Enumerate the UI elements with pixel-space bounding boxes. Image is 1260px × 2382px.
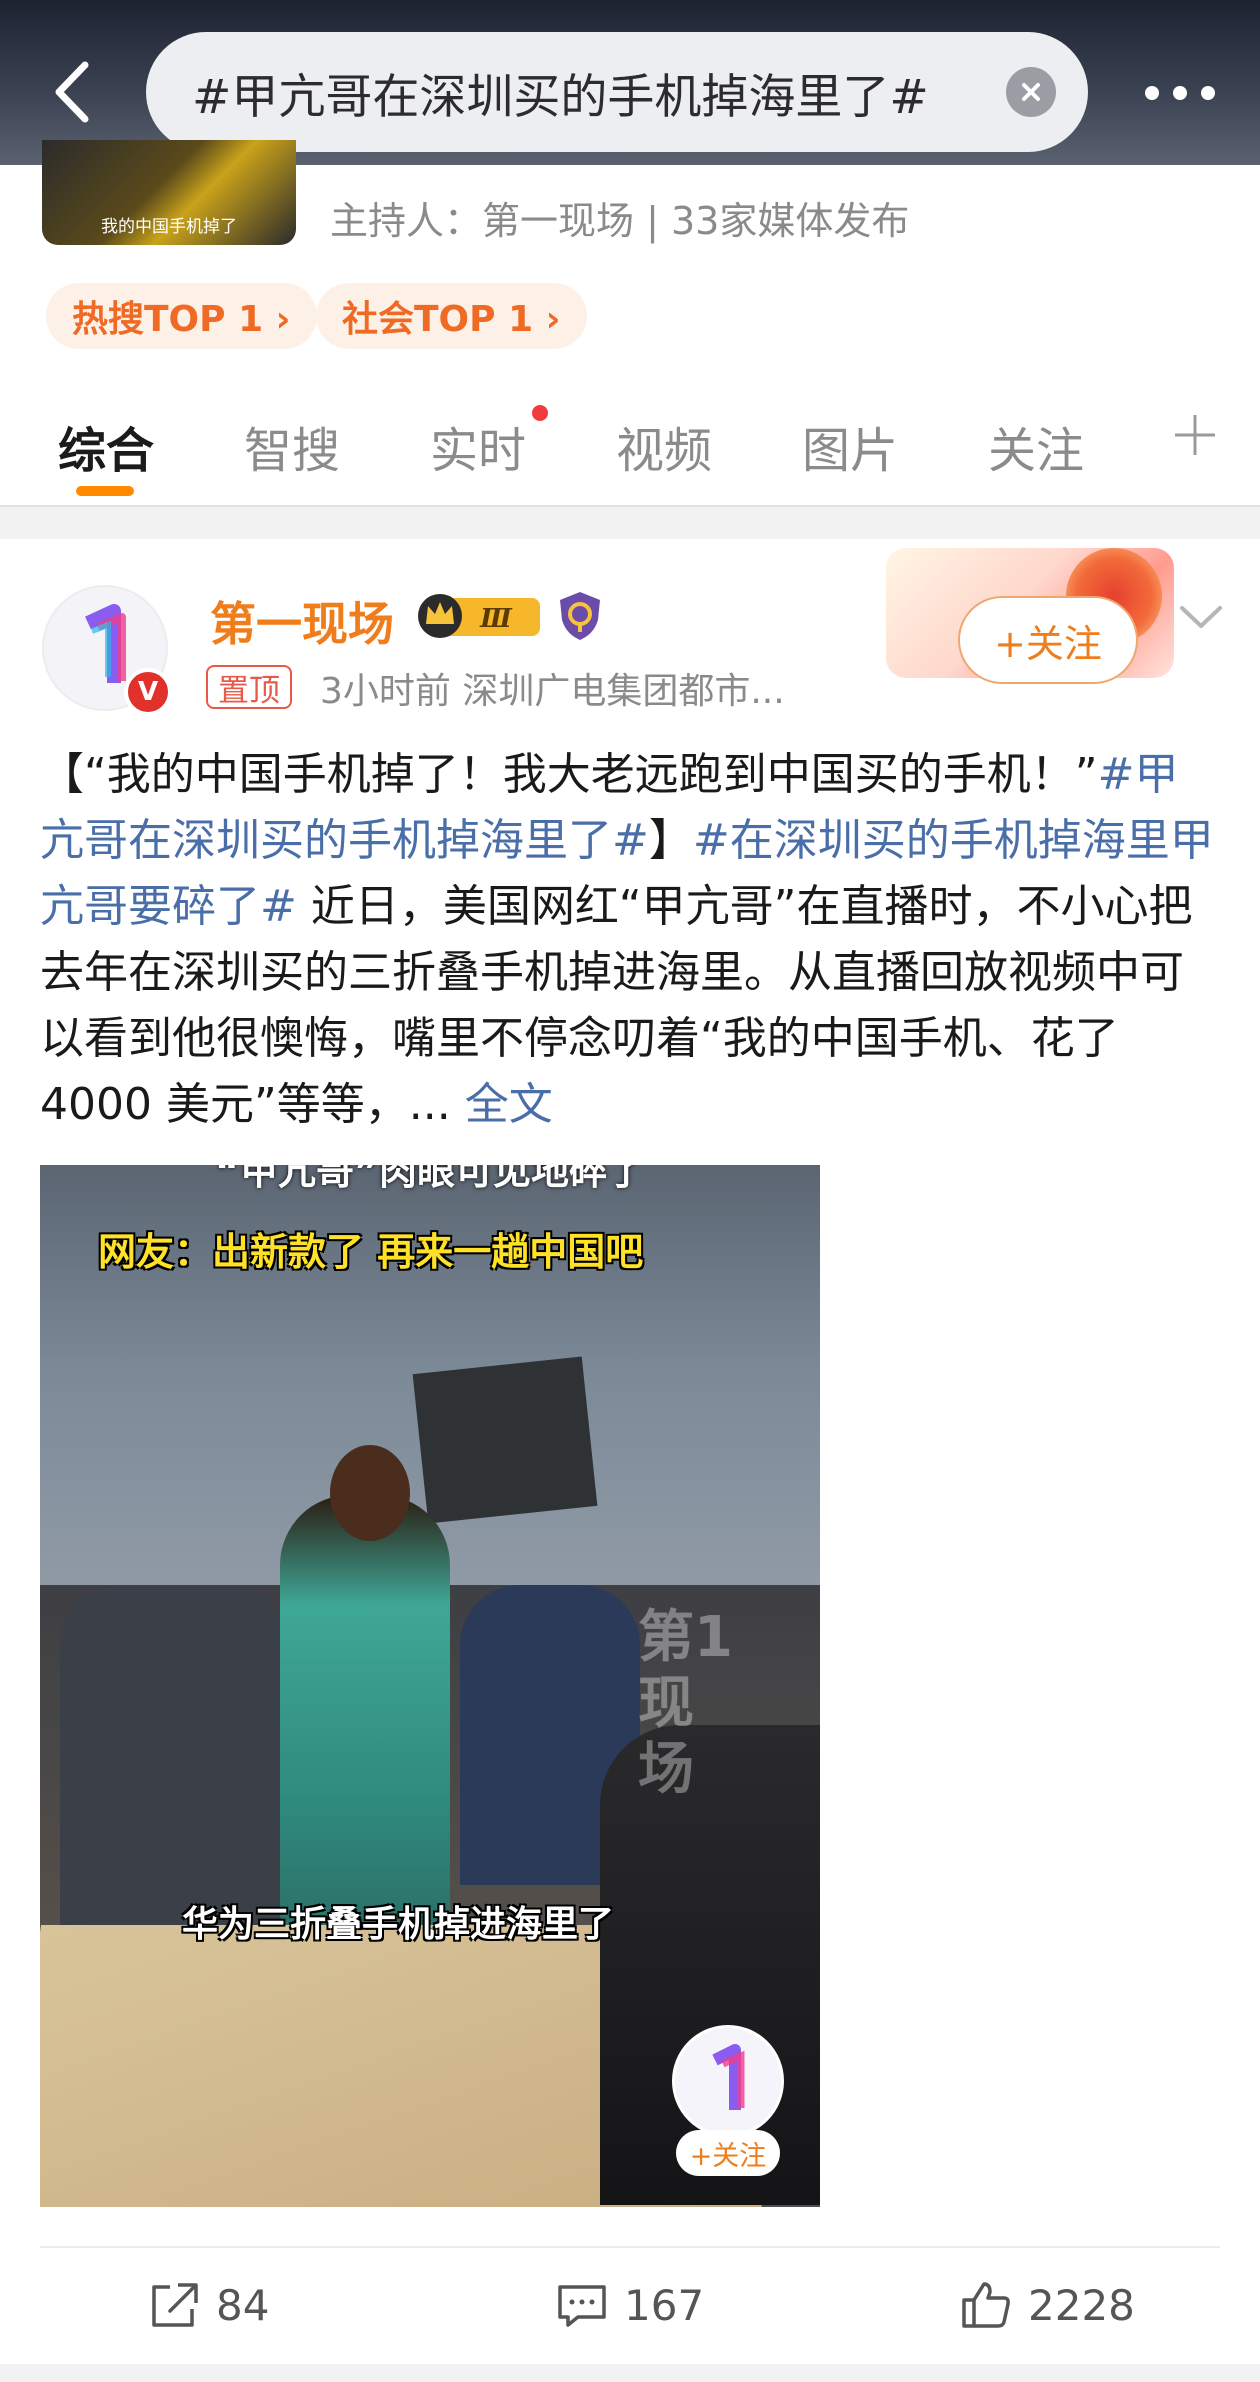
society-rank-badge[interactable]: 社会TOP 1 › <box>316 283 587 349</box>
follow-button[interactable]: +关注 <box>958 596 1138 684</box>
post-meta: 3小时前 深圳广电集团都市... <box>320 671 785 712</box>
section-gap <box>0 2364 1260 2382</box>
section-gap <box>0 507 1260 539</box>
video-person-head <box>330 1445 410 1541</box>
more-button[interactable] <box>1130 78 1230 108</box>
like-count: 2228 <box>1028 2280 1135 2330</box>
hot-search-badge[interactable]: 热搜TOP 1 › <box>46 283 317 349</box>
post-username[interactable]: 第一现场 <box>210 588 394 654</box>
comment-icon <box>558 2285 606 2327</box>
video-top-caption: “甲亢哥”肉眼可见地碎了 <box>215 1165 645 1193</box>
video-crowd <box>60 1585 290 1945</box>
action-divider <box>40 2246 1220 2248</box>
video-channel-logo[interactable] <box>672 2025 784 2137</box>
share-icon <box>152 2283 198 2327</box>
clear-icon <box>1022 83 1040 101</box>
svg-text:Ⅲ: Ⅲ <box>479 604 513 634</box>
tab-realtime[interactable]: 实时 <box>430 411 526 481</box>
active-tab-indicator <box>76 486 134 496</box>
like-button[interactable]: 2228 <box>960 2270 1135 2340</box>
more-icon <box>1145 86 1159 100</box>
member-level-badge-icon[interactable]: Ⅲ <box>418 590 544 642</box>
comment-count: 167 <box>624 2280 705 2330</box>
more-icon-dot <box>1201 86 1215 100</box>
verified-badge: V <box>124 668 172 716</box>
tab-bar: 综合 智搜 实时 视频 图片 关注 <box>0 385 1260 505</box>
tab-video[interactable]: 视频 <box>616 411 712 481</box>
channel-logo-icon <box>712 2044 745 2110</box>
thumbs-up-icon <box>962 2282 1010 2328</box>
post-text-bracket: 】 <box>648 815 693 866</box>
video-player[interactable]: “甲亢哥”肉眼可见地碎了 网友：出新款了 再来一趟中国吧 第1现场 华为三折叠手… <box>40 1165 820 2207</box>
realtime-notification-dot <box>532 405 548 421</box>
video-follow-button[interactable]: +关注 <box>676 2130 780 2176</box>
pinned-label: 置顶 <box>206 665 292 709</box>
plus-icon[interactable] <box>1172 412 1218 458</box>
full-text-link[interactable]: 全文 <box>465 1079 553 1130</box>
topic-thumbnail-caption: 我的中国手机掉了 <box>101 217 237 237</box>
post-text-intro: 【“我的中国手机掉了！我大老远跑到中国买的手机！” <box>40 749 1098 800</box>
video-person <box>280 1495 450 1935</box>
chevron-down-icon[interactable] <box>1176 598 1226 638</box>
topic-host-line: 主持人：第一现场 | 33家媒体发布 <box>330 199 910 243</box>
video-watermark: 第1现场 <box>638 1605 733 1802</box>
tab-smart-search[interactable]: 智搜 <box>244 411 340 481</box>
tab-comprehensive[interactable]: 综合 <box>58 411 154 481</box>
search-query: #甲亢哥在深圳买的手机掉海里了# <box>192 69 929 125</box>
tab-following[interactable]: 关注 <box>988 411 1084 481</box>
repost-button[interactable]: 84 <box>148 2270 269 2340</box>
tab-images[interactable]: 图片 <box>802 411 898 481</box>
more-icon-dot <box>1173 86 1187 100</box>
clear-search-button[interactable] <box>1006 67 1056 117</box>
topic-thumbnail[interactable]: 我的中国手机掉了 <box>42 140 296 245</box>
shield-icon <box>560 592 600 640</box>
repost-count: 84 <box>216 2280 270 2330</box>
search-input[interactable]: #甲亢哥在深圳买的手机掉海里了# <box>146 32 1088 152</box>
chevron-left-icon <box>55 61 89 123</box>
video-netizen-caption: 网友：出新款了 再来一趟中国吧 <box>98 1230 644 1274</box>
video-subtitle: 华为三折叠手机掉进海里了 <box>182 1904 615 1945</box>
back-button[interactable] <box>38 52 108 132</box>
comment-button[interactable]: 167 <box>556 2270 704 2340</box>
post-text: 【“我的中国手机掉了！我大老远跑到中国买的手机！”#甲亢哥在深圳买的手机掉海里了… <box>40 742 1220 1138</box>
video-shopping-bags <box>412 1356 598 1524</box>
